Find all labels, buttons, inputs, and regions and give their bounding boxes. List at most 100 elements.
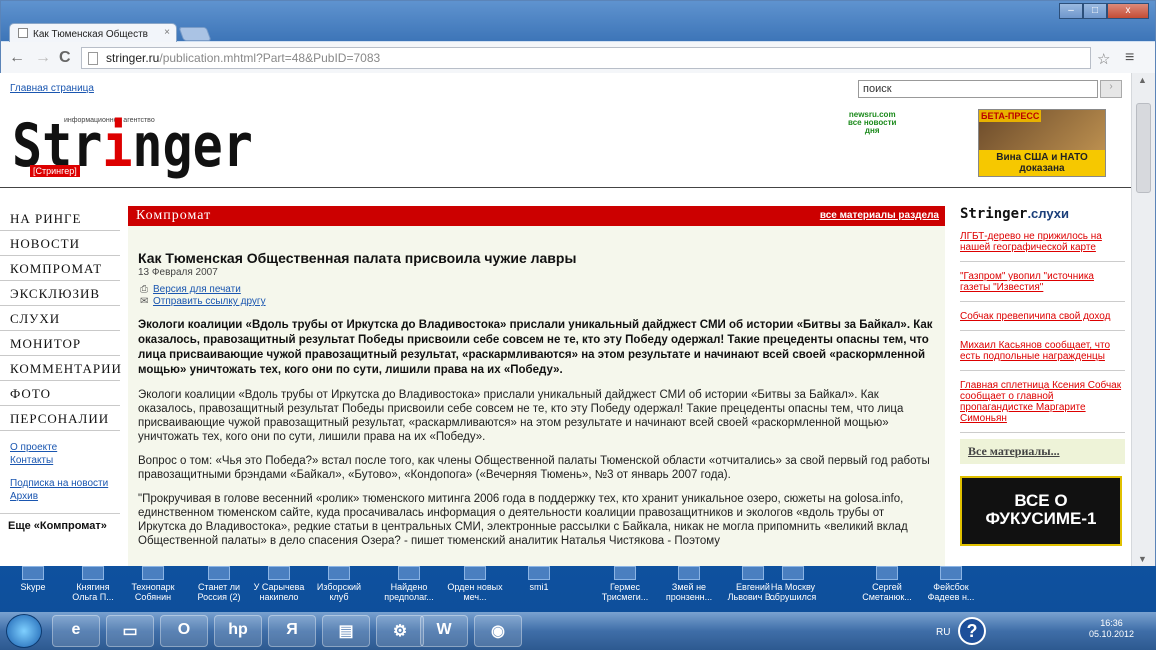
desktop-icon[interactable]: Змей не пронзенн...	[660, 566, 718, 602]
nav-item-comments[interactable]: КОММЕНТАРИИ	[0, 356, 121, 381]
nav-item-ring[interactable]: НА РИНГЕ	[0, 206, 120, 231]
app-icon[interactable]: ▤	[322, 615, 370, 647]
menu-icon[interactable]: ≡	[1125, 49, 1134, 67]
ad-text: Вина США и НАТО доказана	[979, 150, 1105, 176]
yandex-icon[interactable]: Я	[268, 615, 316, 647]
reload-button[interactable]: C	[59, 49, 71, 67]
printer-icon: ⎙	[140, 284, 148, 295]
desktop-icon[interactable]: smi1	[510, 566, 568, 592]
language-indicator[interactable]: RU	[936, 627, 950, 638]
rumor-link[interactable]: Главная сплетница Ксения Собчак сообщает…	[960, 380, 1125, 433]
url-path: /publication.mhtml?Part=48&PubID=7083	[159, 51, 381, 65]
article-date: 13 Февраля 2007	[138, 267, 218, 278]
vertical-scrollbar[interactable]: ▲ ▼	[1131, 73, 1155, 566]
chrome-icon[interactable]: ◉	[474, 615, 522, 647]
scroll-down-icon[interactable]: ▼	[1138, 554, 1147, 564]
nav-item-persons[interactable]: ПЕРСОНАЛИИ	[0, 406, 120, 431]
ad-banner[interactable]: БЕТА-ПРЕСС Вина США и НАТО доказана	[978, 109, 1106, 177]
clock[interactable]: 16:36 05.10.2012	[1089, 618, 1134, 640]
desktop-icon[interactable]: Изборский клуб	[310, 566, 368, 602]
desktop-icon[interactable]: Технопарк Собянин	[124, 566, 182, 602]
desktop-icon[interactable]: Skype	[4, 566, 62, 592]
nav-item-kompromat[interactable]: КОМПРОМАТ	[0, 256, 120, 281]
word-icon[interactable]: W	[420, 615, 468, 647]
rumor-link[interactable]: Михаил Касьянов сообщает, что есть подпо…	[960, 340, 1125, 371]
right-sidebar: Stringer.слухи ЛГБТ-дерево не прижилось …	[960, 206, 1125, 546]
article-lead: Экологи коалиции «Вдоль трубы от Иркутск…	[138, 319, 933, 376]
taskbar: e ▭ O hp Я ▤ ⚙ W ◉ RU ? 16:36 05.10.2012	[0, 612, 1156, 650]
left-navigation: НА РИНГЕ НОВОСТИ КОМПРОМАТ ЭКСКЛЮЗИВ СЛУ…	[0, 206, 121, 532]
back-button[interactable]: ←	[9, 49, 25, 67]
page-icon	[18, 28, 28, 38]
desktop-icons: Skype Княгиня Ольга П... Технопарк Собян…	[0, 566, 1156, 608]
all-materials-link[interactable]: Все материалы...	[960, 439, 1125, 464]
page-icon	[88, 52, 98, 65]
article-title: Как Тюменская Общественная палата присво…	[138, 250, 577, 266]
search-input[interactable]: поиск	[858, 80, 1098, 98]
envelope-icon: ✉	[140, 296, 149, 307]
forward-button[interactable]: →	[35, 49, 51, 67]
fukushima-banner[interactable]: ВСЕ О ФУКУСИМЕ-1	[960, 476, 1122, 546]
print-link[interactable]: ⎙ Версия для печати	[140, 284, 935, 296]
rumor-link[interactable]: "Газпром" увопил "источника газеты "Изве…	[960, 271, 1125, 302]
url-domain: stringer.ru	[106, 51, 160, 65]
hp-icon[interactable]: hp	[214, 615, 262, 647]
minimize-button[interactable]: –	[1059, 3, 1083, 19]
web-page: Главная страница поиск › информационное …	[0, 73, 1131, 566]
about-link[interactable]: О проекте	[0, 441, 120, 454]
desktop-icon[interactable]: Княгиня Ольга П...	[64, 566, 122, 602]
rumor-link[interactable]: ЛГБТ-дерево не прижилось на нашей геогра…	[960, 231, 1125, 262]
tab-close-button[interactable]: ×	[164, 27, 170, 38]
control-panel-icon[interactable]: ⚙	[376, 615, 424, 647]
browser-toolbar: ← → C stringer.ru/publication.mhtml?Part…	[1, 42, 1155, 74]
send-link[interactable]: ✉ Отправить ссылку другу	[140, 296, 935, 308]
tab-title: Как Тюменская Обществ	[33, 29, 148, 40]
contacts-link[interactable]: Контакты	[0, 454, 120, 467]
rumors-logo[interactable]: Stringer.слухи	[960, 206, 1125, 222]
nav-item-monitor[interactable]: МОНИТОР	[0, 331, 120, 356]
scroll-thumb[interactable]	[1136, 103, 1151, 193]
nav-item-exclusive[interactable]: ЭКСКЛЮЗИВ	[0, 281, 120, 306]
search-button[interactable]: ›	[1100, 80, 1122, 98]
newsru-banner[interactable]: newsru.com все новости дня	[848, 111, 896, 135]
desktop-icon[interactable]: Найдено предполаг...	[380, 566, 438, 602]
address-bar[interactable]: stringer.ru/publication.mhtml?Part=48&Pu…	[81, 47, 1091, 69]
explorer-icon[interactable]: ▭	[106, 615, 154, 647]
article-paragraph: "Прокручивая в голове весенний «ролик» т…	[138, 493, 908, 547]
desktop-icon[interactable]: Фейсбок Фадеев н...	[922, 566, 980, 602]
opera-icon[interactable]: O	[160, 615, 208, 647]
logo-subtitle: [Стрингер]	[30, 165, 80, 177]
article-paragraph: Экологи коалиции «Вдоль трубы от Иркутск…	[138, 389, 904, 443]
archive-link[interactable]: Архив	[0, 490, 120, 503]
maximize-button[interactable]: □	[1083, 3, 1107, 19]
section-title: Компромат	[136, 208, 212, 223]
rumor-link[interactable]: Собчак превепичипа свой доход	[960, 311, 1125, 331]
desktop-icon[interactable]: Станет ли Россия (2)	[190, 566, 248, 602]
close-window-button[interactable]: x	[1107, 3, 1149, 19]
ad-label: БЕТА-ПРЕСС	[979, 110, 1042, 122]
desktop-icon[interactable]: Сергей Сметанюк...	[858, 566, 916, 602]
help-icon[interactable]: ?	[958, 617, 986, 645]
desktop-icon[interactable]: Орден новых меч...	[446, 566, 504, 602]
start-button[interactable]	[6, 614, 42, 648]
ie-icon[interactable]: e	[52, 615, 100, 647]
subscribe-link[interactable]: Подписка на новости	[0, 477, 120, 490]
nav-item-photo[interactable]: ФОТО	[0, 381, 120, 406]
desktop-icon[interactable]: У Сарычева накипело	[250, 566, 308, 602]
bookmark-star-icon[interactable]: ☆	[1097, 50, 1110, 68]
desktop-icon[interactable]: Гермес Трисмеги...	[596, 566, 654, 602]
new-tab-button[interactable]	[178, 27, 212, 41]
more-kompromat-heading: Еще «Компромат»	[0, 513, 120, 532]
title-bar: Как Тюменская Обществ × – □ x	[1, 1, 1155, 43]
divider	[0, 187, 1131, 188]
scroll-up-icon[interactable]: ▲	[1138, 75, 1147, 85]
nav-item-rumors[interactable]: СЛУХИ	[0, 306, 120, 331]
home-link[interactable]: Главная страница	[10, 83, 94, 94]
nav-item-news[interactable]: НОВОСТИ	[0, 231, 120, 256]
desktop-icon[interactable]: На Москву обрушился	[764, 566, 822, 602]
browser-tab[interactable]: Как Тюменская Обществ ×	[9, 23, 177, 43]
article-paragraph: Вопрос о том: «Чья это Победа?» встал по…	[138, 455, 930, 481]
article-area: Компромат все материалы раздела Как Тюмен…	[128, 206, 945, 566]
all-section-link[interactable]: все материалы раздела	[820, 210, 939, 221]
section-bar: Компромат все материалы раздела	[128, 206, 945, 226]
